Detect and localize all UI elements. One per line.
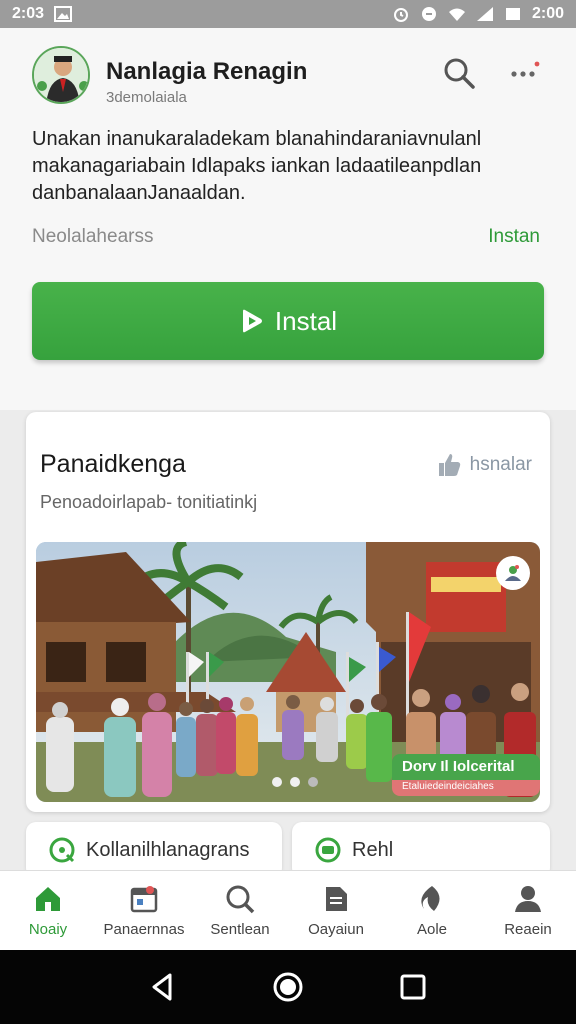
wifi-icon — [448, 8, 465, 21]
nav-item-label: Aole — [416, 921, 448, 938]
status-time-right: 2:00 — [531, 5, 564, 22]
app-meta-info: Neolalahearss — [32, 226, 154, 247]
install-link[interactable]: Instan — [488, 226, 540, 248]
nav-item-label: Panaernnas — [103, 921, 185, 938]
app-avatar — [32, 46, 90, 104]
nav-item-home[interactable]: Noaiy — [0, 871, 96, 950]
chat-icon — [315, 837, 341, 863]
signal-icon — [476, 7, 493, 21]
nav-item-label: Sentlean — [210, 921, 270, 938]
gallery-icon[interactable] — [496, 556, 530, 590]
photo-badge-subtitle: Etaluiedeindeiciahes — [392, 780, 540, 796]
system-navigation-bar — [0, 950, 576, 1024]
app-developer: 3demolaiala — [106, 89, 187, 106]
nav-item-search[interactable]: Sentlean — [192, 871, 288, 950]
recents-icon[interactable] — [396, 970, 430, 1004]
nav-item-label: Oayaiun — [308, 921, 364, 938]
carousel-dot[interactable] — [290, 777, 300, 787]
calendar-icon — [130, 886, 158, 913]
app-title: Nanlagia Renagin — [106, 58, 308, 85]
dnd-icon — [421, 7, 436, 21]
feature-card: Panaidkenga hsnalar Penoadoirlapab- toni… — [26, 412, 550, 812]
carousel-dot[interactable] — [272, 777, 282, 787]
bottom-navigation: Noaiy Panaernnas Sentlean Oayaiun Aole R… — [0, 870, 576, 950]
feature-card-title: Panaidkenga — [40, 450, 186, 478]
carousel-dots[interactable] — [272, 777, 318, 787]
status-time-left: 2:03 — [12, 5, 45, 22]
alarm-icon — [393, 8, 408, 22]
photo-badge: Dorv Il Iolcerital Etaluiedeindeiciahes — [392, 754, 540, 796]
thumbs-up-icon — [438, 454, 460, 476]
chip-label: Kollanilhlanagrans — [86, 838, 250, 861]
search-icon[interactable] — [442, 56, 476, 90]
nav-item-panaernnas[interactable]: Panaernnas — [96, 871, 192, 950]
document-icon — [326, 887, 347, 911]
village-photo[interactable]: Dorv Il Iolcerital Etaluiedeindeiciahes — [36, 542, 540, 802]
install-button-label: Instal — [274, 305, 338, 336]
person-icon — [515, 886, 541, 912]
nav-item-oayaiun[interactable]: Oayaiun — [288, 871, 384, 950]
nav-item-label: Reaein — [504, 921, 552, 938]
feature-card-subtitle: Penoadoirlapab- tonitiatinkj — [40, 492, 258, 512]
leaf-icon — [421, 886, 440, 911]
more-options-icon[interactable] — [508, 58, 542, 88]
app-header-card: Nanlagia Renagin 3demolaiala Unakan inan… — [0, 28, 576, 410]
play-icon — [242, 309, 262, 333]
nav-item-aole[interactable]: Aole — [384, 871, 480, 950]
app-description: Unakan inanukaraladekam blanahindaraniav… — [32, 128, 482, 204]
back-icon[interactable] — [146, 970, 180, 1004]
home-icon — [36, 887, 60, 911]
chip-label: Rehl — [352, 838, 394, 861]
install-button[interactable]: Instal — [32, 282, 544, 360]
feature-card-action-label: hsnalar — [469, 454, 532, 475]
photo-badge-title: Dorv Il Iolcerital — [392, 754, 540, 780]
nav-item-label: Noaiy — [28, 921, 68, 938]
nav-item-profile[interactable]: Reaein — [480, 871, 576, 950]
search-icon — [226, 885, 255, 914]
status-bar: 2:03 2:00 — [0, 0, 576, 28]
carousel-dot[interactable] — [308, 777, 318, 787]
home-button-icon[interactable] — [271, 970, 305, 1004]
battery-icon — [505, 8, 520, 20]
feature-card-action[interactable]: hsnalar — [436, 452, 532, 478]
chat-search-icon — [49, 837, 75, 863]
image-notification-icon — [54, 6, 73, 22]
